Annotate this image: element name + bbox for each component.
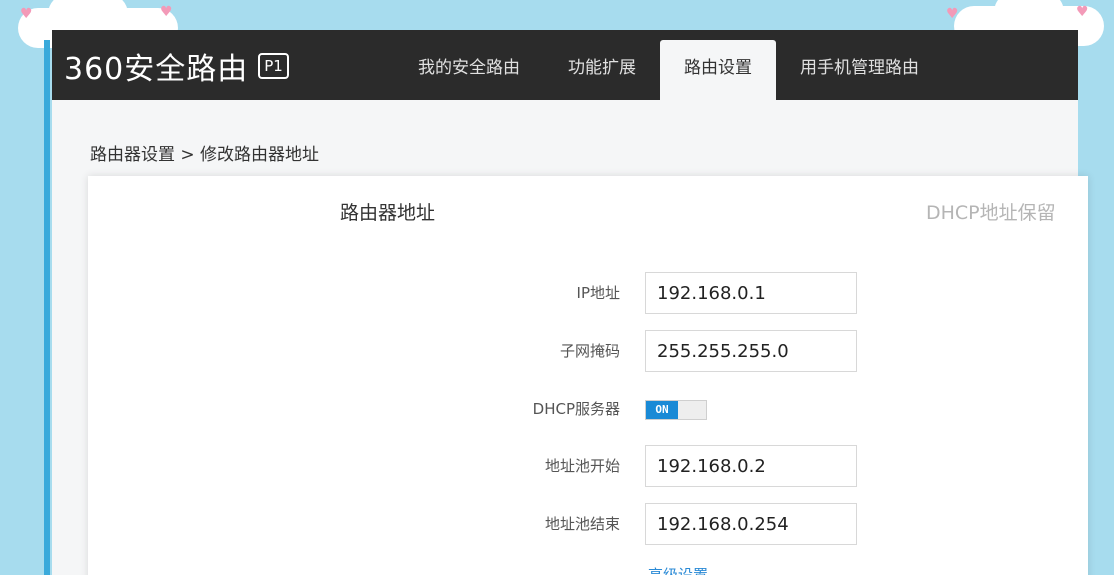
pool-start-label: 地址池开始 (544, 457, 620, 475)
main-nav: 我的安全路由 功能扩展 路由设置 用手机管理路由 (394, 40, 943, 100)
model-badge: P1 (258, 53, 289, 79)
heart-icon: ♥ (20, 6, 33, 22)
settings-panel: 路由器地址 DHCP地址保留 IP地址 子网掩码 DHCP服务器 ON 地址池开… (88, 176, 1088, 575)
subnet-mask-input[interactable] (645, 330, 857, 372)
router-admin-window: 360安全路由 P1 我的安全路由 功能扩展 路由设置 用手机管理路由 路由器设… (52, 30, 1088, 575)
dhcp-label: DHCP服务器 (532, 400, 620, 418)
tab-dhcp-reservation[interactable]: DHCP地址保留 (926, 198, 1056, 225)
pool-start-input[interactable] (645, 445, 857, 487)
subnet-label: 子网掩码 (559, 342, 620, 360)
pool-start-row: 地址池开始 (88, 445, 1088, 487)
brand-name: 360安全路由 (64, 52, 249, 87)
tab-router-settings[interactable]: 路由设置 (660, 40, 776, 100)
top-navigation-bar: 360安全路由 P1 我的安全路由 功能扩展 路由设置 用手机管理路由 (52, 30, 1078, 100)
heart-icon: ♥ (160, 4, 173, 20)
tab-my-router[interactable]: 我的安全路由 (394, 40, 544, 100)
ip-label: IP地址 (576, 284, 620, 302)
heart-icon: ♥ (1076, 4, 1089, 20)
subnet-row: 子网掩码 (88, 330, 1088, 372)
advanced-settings-link[interactable]: 高级设置 (648, 564, 708, 575)
dhcp-server-toggle[interactable]: ON (645, 400, 707, 420)
tab-mobile-management[interactable]: 用手机管理路由 (776, 40, 943, 100)
tab-extensions[interactable]: 功能扩展 (544, 40, 660, 100)
decorative-stripe (44, 40, 50, 575)
dhcp-row: DHCP服务器 ON (88, 394, 1088, 436)
ip-address-input[interactable] (645, 272, 857, 314)
toggle-state: ON (646, 401, 678, 419)
tab-router-address[interactable]: 路由器地址 (340, 198, 435, 225)
pool-end-label: 地址池结束 (544, 515, 620, 533)
pool-end-row: 地址池结束 (88, 503, 1088, 545)
brand-logo: 360安全路由 P1 (64, 48, 289, 87)
ip-row: IP地址 (88, 272, 1088, 314)
pool-end-input[interactable] (645, 503, 857, 545)
heart-icon: ♥ (946, 6, 959, 22)
breadcrumb: 路由器设置 > 修改路由器地址 (90, 145, 320, 165)
